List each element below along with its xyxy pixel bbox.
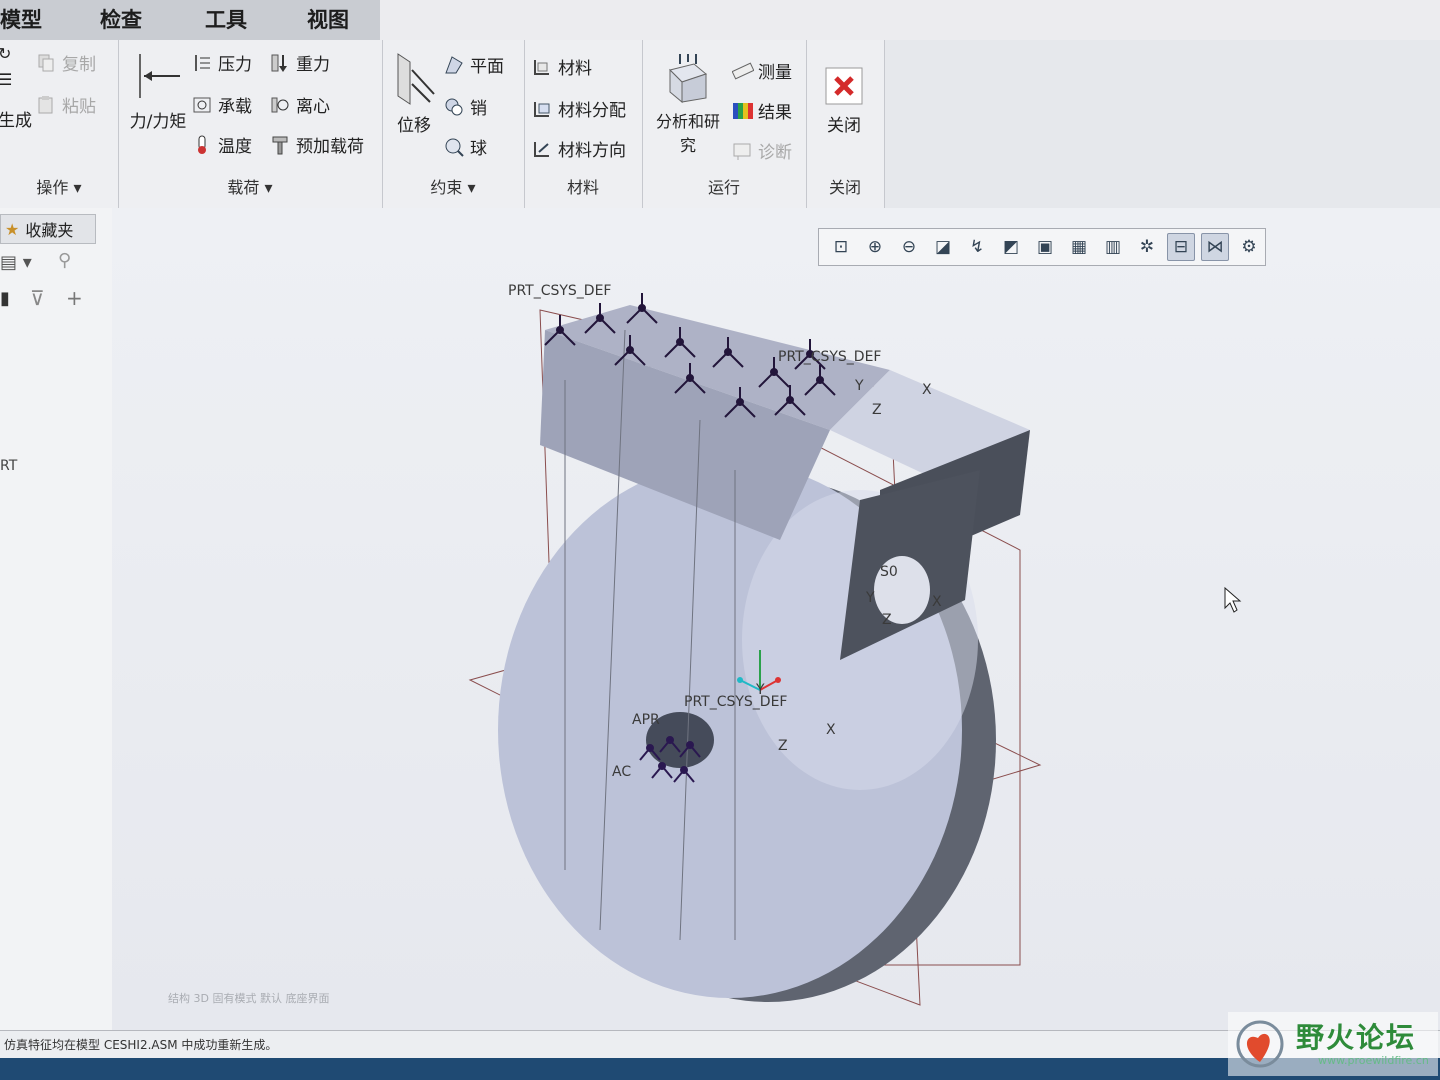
- axis-z-bracket: Z: [882, 612, 892, 628]
- status-bar: 仿真特征均在模型 CESHI2.ASM 中成功重新生成。: [0, 1030, 1440, 1058]
- view-toolbar: ⊡ ⊕ ⊖ ◪ ↯ ◩ ▣ ▦ ▥ ✲ ⊟ ⋈ ⚙: [818, 228, 1266, 266]
- annotation-display-icon[interactable]: ⋈: [1201, 233, 1229, 261]
- watermark-text: 野火论坛: [1296, 1021, 1417, 1054]
- repaint-icon[interactable]: ◪: [929, 233, 957, 261]
- datum-label-ac: AC: [612, 764, 631, 780]
- mouse-cursor-icon: [1224, 586, 1242, 613]
- axis-x-top: X: [922, 382, 932, 398]
- bracket-label: S0: [880, 564, 898, 580]
- axis-z-center: Z: [778, 738, 788, 754]
- axis-y-top: Y: [854, 378, 864, 394]
- view-manager-icon[interactable]: ▦: [1065, 233, 1093, 261]
- csys-label-center: PRT_CSYS_DEF: [684, 694, 787, 710]
- viewport-status-text: 结构 3D 固有模式 默认 底座界面: [168, 992, 330, 1005]
- zoom-in-icon[interactable]: ⊕: [861, 233, 889, 261]
- csys-label-top: PRT_CSYS_DEF: [508, 283, 611, 299]
- csys-label-right: PRT_CSYS_DEF: [778, 349, 881, 365]
- axis-y-bracket: Y: [865, 590, 875, 606]
- watermark-logo-icon: [1236, 1020, 1284, 1068]
- axis-y-center: Y: [755, 682, 765, 698]
- perspective-icon[interactable]: ▥: [1099, 233, 1127, 261]
- refit-icon[interactable]: ⊡: [827, 233, 855, 261]
- datum-display-icon[interactable]: ✲: [1133, 233, 1161, 261]
- axis-x-center: X: [826, 722, 836, 738]
- watermark-url: www.proewildfire.cn: [1318, 1054, 1429, 1067]
- axis-x-bracket: X: [932, 594, 942, 610]
- axis-z-top: Z: [872, 402, 882, 418]
- spin-center-icon[interactable]: ⚙: [1235, 233, 1263, 261]
- datum-label-apr: APR: [632, 712, 660, 728]
- forum-watermark: 野火论坛 www.proewildfire.cn: [1228, 1012, 1438, 1076]
- zoom-out-icon[interactable]: ⊖: [895, 233, 923, 261]
- status-message: 仿真特征均在模型 CESHI2.ASM 中成功重新生成。: [4, 1038, 278, 1052]
- display-style-icon[interactable]: ▣: [1031, 233, 1059, 261]
- reorient-icon[interactable]: ↯: [963, 233, 991, 261]
- simulation-display-icon[interactable]: ⊟: [1167, 233, 1195, 261]
- saved-views-icon[interactable]: ◩: [997, 233, 1025, 261]
- model-graphics: PRT_CSYS_DEF PRT_CSYS_DEF PRT_CSYS_DEF A…: [468, 283, 1242, 1006]
- windows-taskbar: [0, 1058, 1440, 1080]
